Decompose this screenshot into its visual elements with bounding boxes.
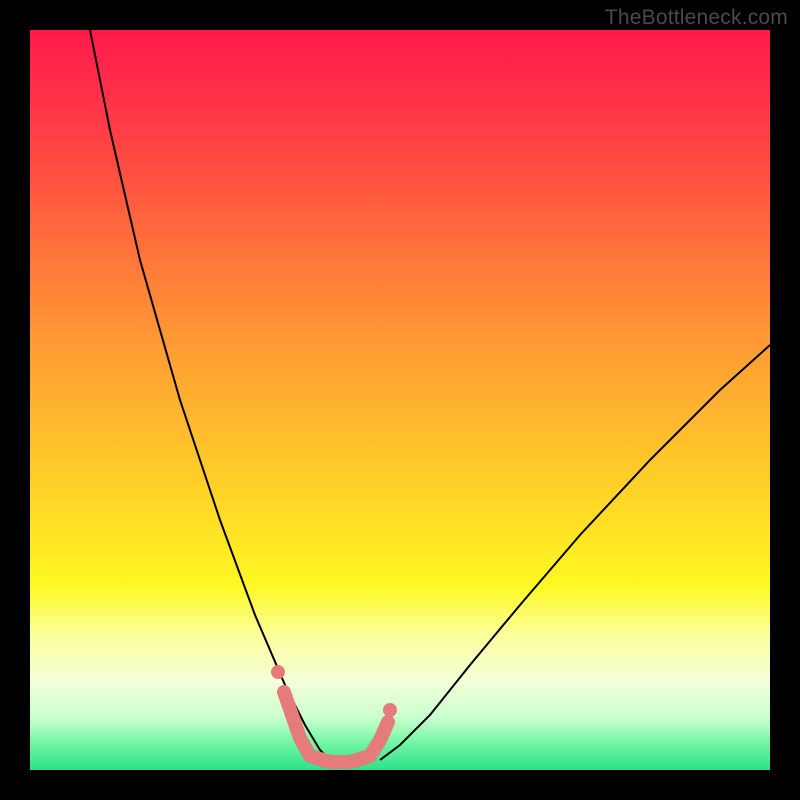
watermark-text: TheBottleneck.com	[605, 6, 788, 30]
curve-right-branch	[380, 345, 770, 760]
chart-svg	[30, 30, 770, 770]
salmon-dot-right	[383, 703, 397, 717]
salmon-dot-left	[271, 665, 285, 679]
curve-left-branch	[90, 30, 330, 760]
salmon-bump	[284, 692, 388, 762]
plot-area	[30, 30, 770, 770]
